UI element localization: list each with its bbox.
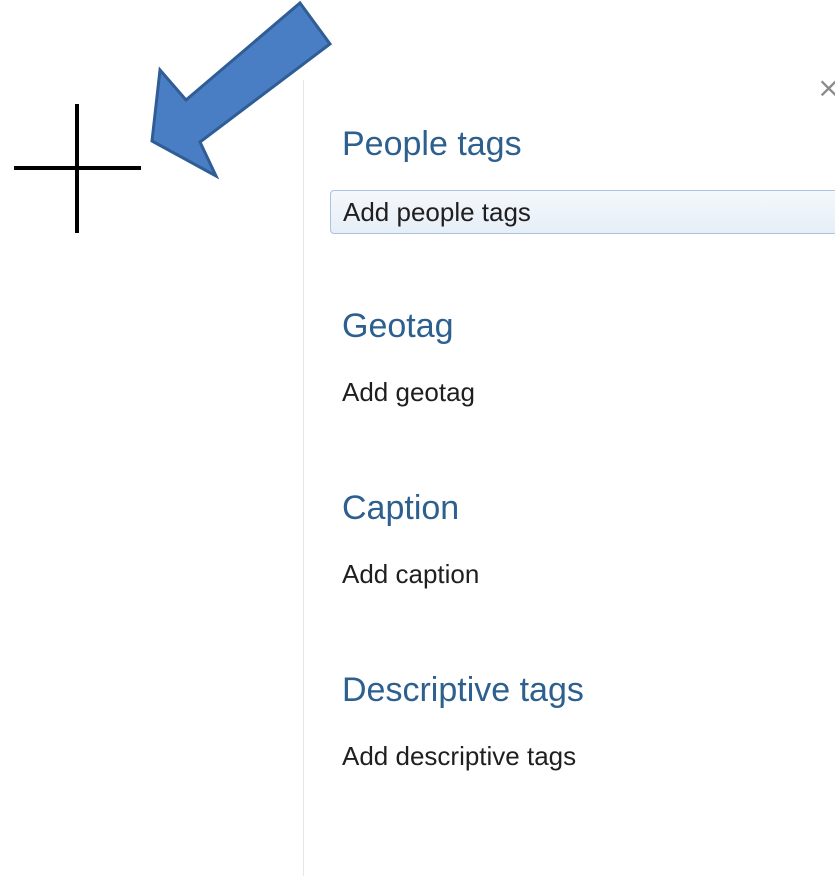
caption-heading: Caption	[342, 489, 460, 527]
people-tags-field[interactable]: Add people tags	[330, 190, 835, 234]
people-tags-heading: People tags	[342, 125, 522, 163]
crosshair-icon	[14, 104, 141, 233]
add-geotag-link[interactable]: Add geotag	[342, 376, 475, 408]
close-icon[interactable]: ×	[817, 74, 835, 102]
descriptive-tags-heading: Descriptive tags	[342, 671, 584, 709]
geotag-heading: Geotag	[342, 307, 454, 345]
add-descriptive-tags-link[interactable]: Add descriptive tags	[342, 740, 576, 772]
info-pane: × People tags Add people tags Geotag Add…	[303, 74, 835, 876]
add-caption-link[interactable]: Add caption	[342, 558, 479, 590]
add-people-tags-label: Add people tags	[343, 197, 531, 227]
